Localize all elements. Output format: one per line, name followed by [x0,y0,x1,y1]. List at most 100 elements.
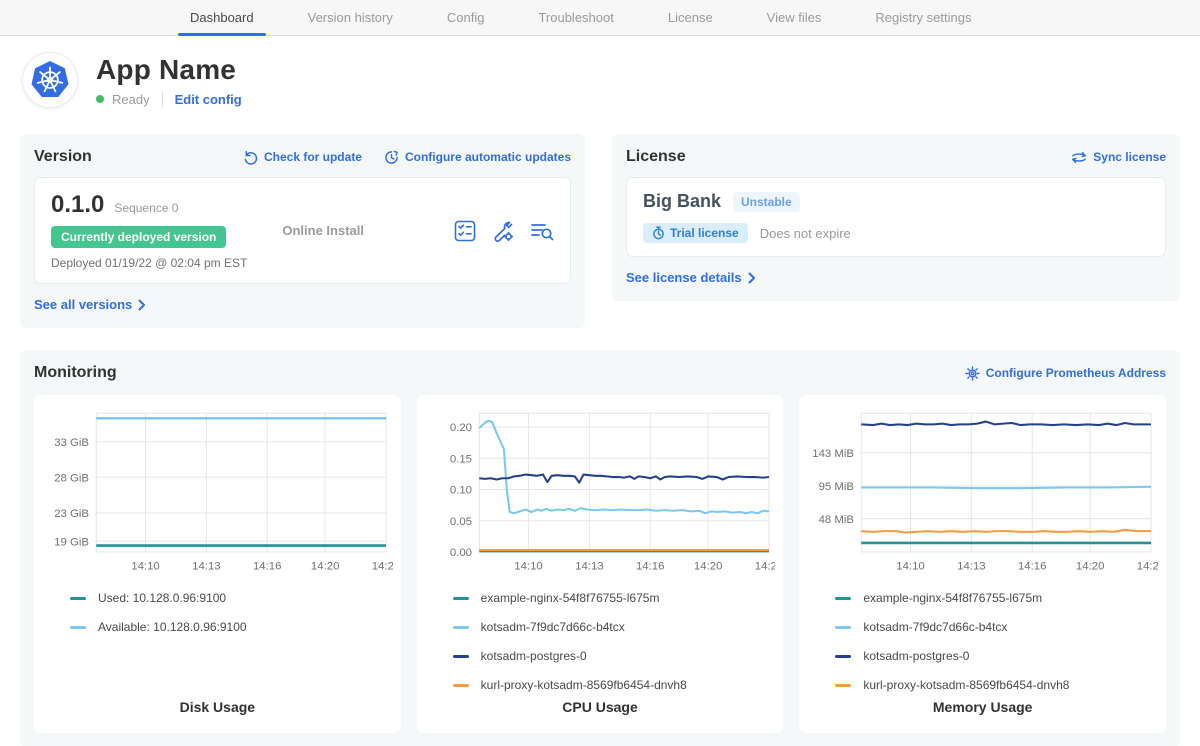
charts-row: 14:1014:1314:1614:2014:2319 GiB23 GiB28 … [34,395,1166,733]
svg-text:0.00: 0.00 [450,547,472,559]
svg-text:33 GiB: 33 GiB [54,437,89,449]
legend-label: example-nginx-54f8f76755-l675m [863,591,1042,605]
tab-dashboard[interactable]: Dashboard [190,0,254,35]
legend-item: example-nginx-54f8f76755-l675m [453,591,776,605]
see-all-versions-link[interactable]: See all versions [34,297,146,312]
legend-label: Used: 10.128.0.96:9100 [98,591,226,605]
legend-swatch-icon [835,684,851,687]
svg-text:48 MiB: 48 MiB [819,514,854,526]
chart-title: CPU Usage [425,699,776,723]
channel-badge: Unstable [733,192,800,212]
current-version-row: 0.1.0 Sequence 0 Currently deployed vers… [34,177,571,284]
top-nav: Dashboard Version history Config Troublesho… [0,0,1200,36]
license-expiry: Does not expire [760,226,851,241]
divider [162,92,163,107]
tab-config[interactable]: Config [447,0,485,35]
version-card: Version Check for update Configure autom… [20,134,585,328]
tab-license[interactable]: License [668,0,713,35]
legend-item: kotsadm-7f9dc7d66c-b4tcx [453,620,776,634]
kubernetes-icon [30,60,70,100]
check-for-update-button[interactable]: Check for update [243,150,362,165]
legend-label: kotsadm-postgres-0 [481,649,587,663]
svg-text:0.15: 0.15 [450,453,472,465]
legend-item: kurl-proxy-kotsadm-8569fb6454-dnvh8 [453,678,776,692]
page-title: App Name [96,54,242,86]
license-customer-name: Big Bank [643,191,721,212]
chevron-right-icon [748,272,756,284]
trial-license-badge: Trial license [643,223,748,243]
sync-arrows-icon [1071,150,1087,165]
legend-item: example-nginx-54f8f76755-l675m [835,591,1158,605]
svg-text:0.05: 0.05 [450,516,472,528]
see-license-details-link[interactable]: See license details [626,270,756,285]
app-logo [22,52,78,108]
version-card-title: Version [34,148,92,166]
svg-text:14:20: 14:20 [1076,561,1104,573]
legend-item: kotsadm-postgres-0 [453,649,776,663]
legend-item: Available: 10.128.0.96:9100 [70,620,393,634]
legend-label: example-nginx-54f8f76755-l675m [481,591,660,605]
legend-label: Available: 10.128.0.96:9100 [98,620,247,634]
configure-prometheus-button[interactable]: Configure Prometheus Address [965,366,1166,381]
legend-item: kotsadm-7f9dc7d66c-b4tcx [835,620,1158,634]
chart-plot-cpu-usage: 14:1014:1314:1614:2014:230.000.050.100.1… [425,405,776,583]
sync-license-button[interactable]: Sync license [1071,150,1166,165]
edit-config-tools-icon[interactable] [492,220,514,242]
svg-text:19 GiB: 19 GiB [54,536,89,548]
legend-swatch-icon [453,655,469,658]
svg-text:14:20: 14:20 [311,561,339,573]
legend-label: kotsadm-postgres-0 [863,649,969,663]
svg-text:0.10: 0.10 [450,485,472,497]
edit-config-link[interactable]: Edit config [175,92,242,107]
svg-text:14:10: 14:10 [897,561,925,573]
chart-plot-disk-usage: 14:1014:1314:1614:2014:2319 GiB23 GiB28 … [42,405,393,583]
svg-text:14:23: 14:23 [372,561,393,573]
tab-version-history[interactable]: Version history [308,0,393,35]
legend-label: kurl-proxy-kotsadm-8569fb6454-dnvh8 [863,678,1069,692]
legend-item: Used: 10.128.0.96:9100 [70,591,393,605]
legend-swatch-icon [70,597,86,600]
install-type-label: Online Install [282,223,454,238]
stopwatch-icon [652,226,665,240]
refresh-icon [243,150,258,165]
svg-text:14:16: 14:16 [636,561,664,573]
gear-icon [965,366,980,381]
chart-title: Disk Usage [42,699,393,723]
version-sequence: Sequence 0 [114,201,178,215]
status-text: Ready [112,92,150,107]
deployed-badge: Currently deployed version [51,226,226,248]
tab-troubleshoot[interactable]: Troubleshoot [538,0,613,35]
svg-text:0.20: 0.20 [450,422,472,434]
version-number: 0.1.0 [51,191,104,219]
legend-swatch-icon [453,684,469,687]
legend-label: kurl-proxy-kotsadm-8569fb6454-dnvh8 [481,678,687,692]
configure-automatic-updates-button[interactable]: Configure automatic updates [384,150,571,165]
svg-text:143 MiB: 143 MiB [813,448,855,460]
monitoring-section: Monitoring Configure Prometheus Address … [20,350,1180,746]
chart-legend: example-nginx-54f8f76755-l675m kotsadm-7f… [835,591,1158,692]
legend-swatch-icon [835,626,851,629]
legend-item: kotsadm-postgres-0 [835,649,1158,663]
legend-swatch-icon [453,626,469,629]
svg-text:23 GiB: 23 GiB [54,508,89,520]
chart-legend: Used: 10.128.0.96:9100 Available: 10.128.… [70,591,393,634]
schedule-update-icon [384,150,399,165]
svg-text:14:23: 14:23 [754,561,775,573]
legend-swatch-icon [453,597,469,600]
tab-registry-settings[interactable]: Registry settings [875,0,971,35]
preflight-checks-icon[interactable] [454,220,476,242]
svg-text:14:16: 14:16 [253,561,281,573]
svg-text:95 MiB: 95 MiB [819,481,854,493]
legend-item: kurl-proxy-kotsadm-8569fb6454-dnvh8 [835,678,1158,692]
legend-label: kotsadm-7f9dc7d66c-b4tcx [481,620,625,634]
view-logs-icon[interactable] [530,220,554,242]
chart-legend: example-nginx-54f8f76755-l675m kotsadm-7f… [453,591,776,692]
svg-text:14:13: 14:13 [575,561,603,573]
chart-plot-memory-usage: 14:1014:1314:1614:2014:2348 MiB95 MiB143… [807,405,1158,583]
tab-view-files[interactable]: View files [767,0,822,35]
chevron-right-icon [138,299,146,311]
license-card-title: License [626,148,686,166]
status-dot [96,95,104,103]
summary-cards-row: Version Check for update Configure autom… [0,120,1200,328]
legend-swatch-icon [70,626,86,629]
